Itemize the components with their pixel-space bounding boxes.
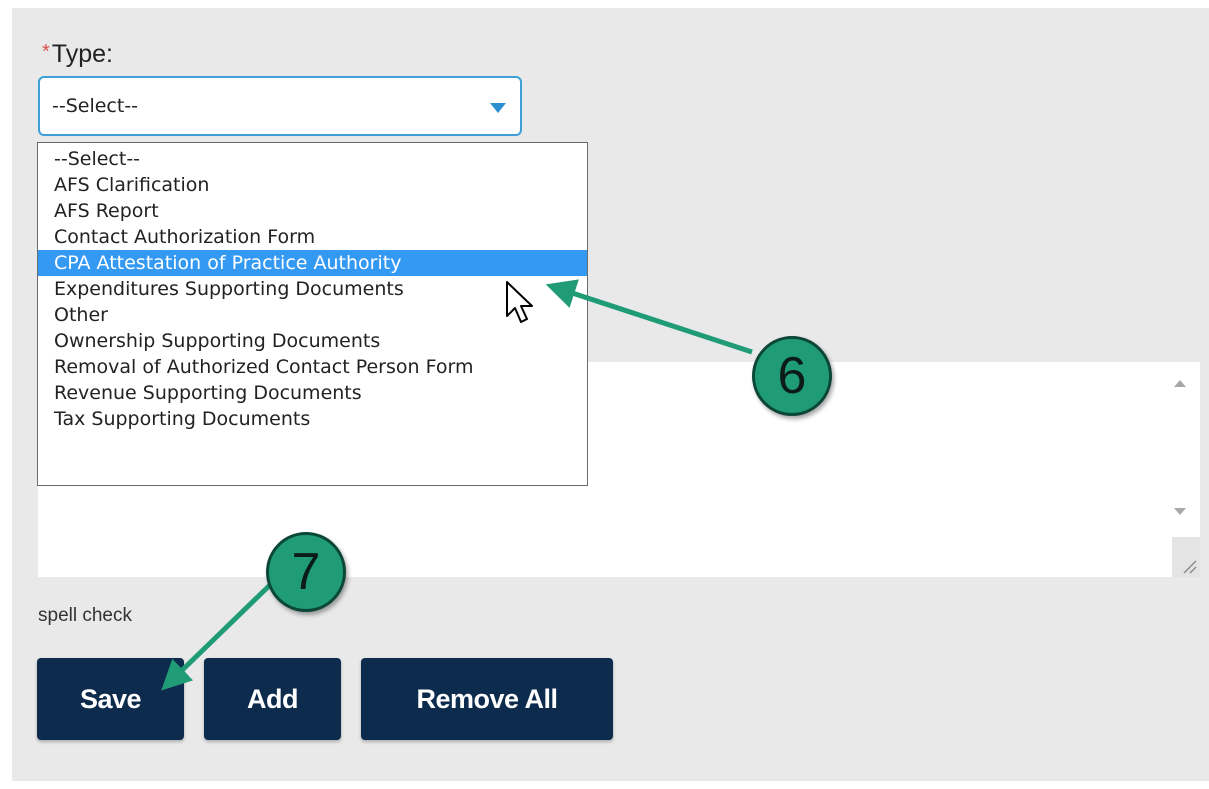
arrow-7 [161,583,272,691]
mouse-cursor-icon [506,281,533,323]
step-6-badge: 6 [752,336,832,416]
arrow-6 [545,279,753,355]
step-7-badge: 7 [266,532,346,612]
annotation-arrows [161,279,753,691]
